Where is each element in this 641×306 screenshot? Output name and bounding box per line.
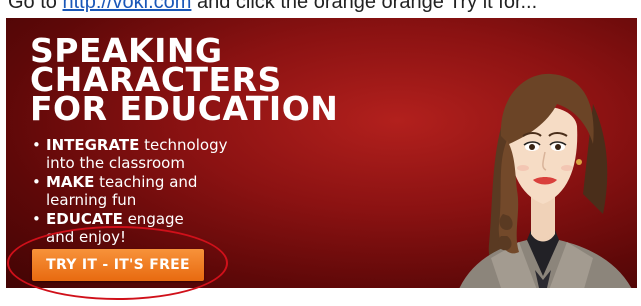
instruction-prefix: Go to bbox=[8, 0, 63, 13]
headline-line-3: FOR EDUCATION bbox=[30, 89, 339, 128]
top-text-strip: Go to http://voki.com and click the oran… bbox=[0, 0, 641, 18]
bullet-strong-text: INTEGRATE bbox=[46, 136, 140, 154]
voki-link[interactable]: http://voki.com bbox=[62, 0, 191, 13]
bullet-continuation: learning fun bbox=[46, 191, 137, 209]
bullet-dot: • bbox=[32, 210, 41, 228]
banner-headline: SPEAKING CHARACTERS FOR EDUCATION bbox=[30, 34, 339, 128]
instruction-suffix: and click the orange orange Try it for..… bbox=[191, 0, 538, 13]
list-item: • INTEGRATE technology into the classroo… bbox=[32, 136, 227, 172]
bullet-strong-text: MAKE bbox=[46, 173, 95, 191]
highlight-annotation-ellipse bbox=[7, 226, 228, 300]
bullet-text: technology bbox=[139, 136, 228, 154]
list-item: • MAKE teaching and learning fun bbox=[32, 173, 227, 209]
bullet-text: engage bbox=[122, 210, 184, 228]
bullet-text: teaching and bbox=[94, 173, 198, 191]
speaking-character-avatar bbox=[459, 73, 632, 288]
bullet-continuation: into the classroom bbox=[46, 154, 185, 172]
instruction-text: Go to http://voki.com and click the oran… bbox=[8, 0, 537, 14]
bullet-dot: • bbox=[32, 173, 41, 191]
bullet-dot: • bbox=[32, 136, 41, 154]
